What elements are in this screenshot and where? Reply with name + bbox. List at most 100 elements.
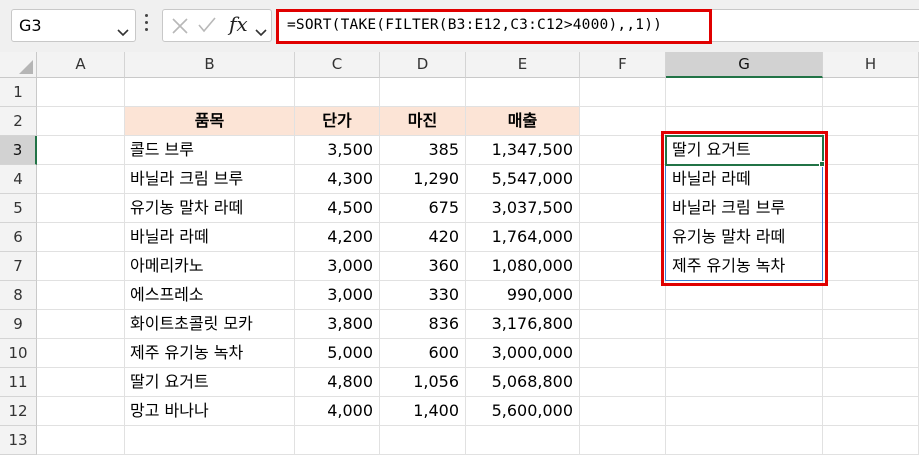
cell-g2[interactable] [666, 107, 823, 136]
cell-f9[interactable] [580, 310, 666, 339]
cell-f12[interactable] [580, 397, 666, 426]
cell-f10[interactable] [580, 339, 666, 368]
cell-a7[interactable] [37, 252, 125, 281]
item-name-cell[interactable]: 유기농 말차 라떼 [125, 194, 295, 223]
cell-f3[interactable] [580, 136, 666, 165]
value-cell[interactable]: 3,000 [295, 281, 380, 310]
item-name-cell[interactable]: 망고 바나나 [125, 397, 295, 426]
cell-g10[interactable] [666, 339, 823, 368]
cell-a8[interactable] [37, 281, 125, 310]
fill-handle[interactable] [819, 161, 825, 167]
value-cell[interactable]: 1,290 [380, 165, 466, 194]
row-header-6[interactable]: 6 [0, 223, 37, 252]
cell-a11[interactable] [37, 368, 125, 397]
spill-result-cell[interactable]: 딸기 요거트 [666, 136, 823, 165]
column-header-f[interactable]: F [580, 52, 666, 78]
item-name-cell[interactable]: 바닐라 라떼 [125, 223, 295, 252]
value-cell[interactable]: 330 [380, 281, 466, 310]
table-header-cell[interactable]: 매출 [466, 107, 580, 136]
cell-b13[interactable] [125, 426, 295, 455]
item-name-cell[interactable]: 바닐라 크림 브루 [125, 165, 295, 194]
spill-result-cell[interactable]: 유기농 말차 라떼 [666, 223, 823, 252]
cell-c1[interactable] [295, 78, 380, 107]
column-header-c[interactable]: C [295, 52, 380, 78]
cell-f4[interactable] [580, 165, 666, 194]
row-header-3[interactable]: 3 [0, 136, 37, 165]
column-header-a[interactable]: A [37, 52, 125, 78]
value-cell[interactable]: 990,000 [466, 281, 580, 310]
value-cell[interactable]: 1,080,000 [466, 252, 580, 281]
table-header-cell[interactable]: 마진 [380, 107, 466, 136]
row-header-2[interactable]: 2 [0, 107, 37, 136]
value-cell[interactable]: 675 [380, 194, 466, 223]
cell-h8[interactable] [823, 281, 919, 310]
cell-a1[interactable] [37, 78, 125, 107]
value-cell[interactable]: 1,764,000 [466, 223, 580, 252]
table-header-cell[interactable]: 품목 [125, 107, 295, 136]
row-header-8[interactable]: 8 [0, 281, 37, 310]
cell-g9[interactable] [666, 310, 823, 339]
spill-result-cell[interactable]: 바닐라 라떼 [666, 165, 823, 194]
cell-h11[interactable] [823, 368, 919, 397]
value-cell[interactable]: 5,600,000 [466, 397, 580, 426]
value-cell[interactable]: 4,300 [295, 165, 380, 194]
spill-result-cell[interactable]: 바닐라 크림 브루 [666, 194, 823, 223]
cell-g12[interactable] [666, 397, 823, 426]
value-cell[interactable]: 5,068,800 [466, 368, 580, 397]
cell-h12[interactable] [823, 397, 919, 426]
row-header-11[interactable]: 11 [0, 368, 37, 397]
column-header-h[interactable]: H [823, 52, 919, 78]
table-header-cell[interactable]: 단가 [295, 107, 380, 136]
cell-g11[interactable] [666, 368, 823, 397]
value-cell[interactable]: 5,000 [295, 339, 380, 368]
value-cell[interactable]: 3,000 [295, 252, 380, 281]
cell-a5[interactable] [37, 194, 125, 223]
value-cell[interactable]: 4,200 [295, 223, 380, 252]
cell-d1[interactable] [380, 78, 466, 107]
value-cell[interactable]: 1,400 [380, 397, 466, 426]
row-header-1[interactable]: 1 [0, 78, 37, 107]
column-header-b[interactable]: B [125, 52, 295, 78]
cell-h4[interactable] [823, 165, 919, 194]
chevron-down-icon[interactable] [117, 22, 129, 41]
value-cell[interactable]: 3,000,000 [466, 339, 580, 368]
more-options-icon[interactable] [144, 14, 150, 36]
cell-f2[interactable] [580, 107, 666, 136]
value-cell[interactable]: 5,547,000 [466, 165, 580, 194]
row-header-12[interactable]: 12 [0, 397, 37, 426]
cell-b1[interactable] [125, 78, 295, 107]
cell-a3[interactable] [37, 136, 125, 165]
cell-h10[interactable] [823, 339, 919, 368]
cancel-icon[interactable] [171, 17, 189, 39]
cell-a4[interactable] [37, 165, 125, 194]
cell-h3[interactable] [823, 136, 919, 165]
spill-result-cell[interactable]: 제주 유기농 녹차 [666, 252, 823, 281]
cell-h6[interactable] [823, 223, 919, 252]
value-cell[interactable]: 3,176,800 [466, 310, 580, 339]
cell-a12[interactable] [37, 397, 125, 426]
row-header-9[interactable]: 9 [0, 310, 37, 339]
cell-g13[interactable] [666, 426, 823, 455]
value-cell[interactable]: 3,037,500 [466, 194, 580, 223]
chevron-down-icon[interactable] [255, 22, 267, 41]
item-name-cell[interactable]: 콜드 브루 [125, 136, 295, 165]
cell-f6[interactable] [580, 223, 666, 252]
formula-input-extension[interactable] [712, 9, 919, 42]
formula-input[interactable]: =SORT(TAKE(FILTER(B3:E12,C3:C12>4000),,1… [276, 9, 712, 44]
name-box[interactable]: G3 [11, 9, 136, 42]
item-name-cell[interactable]: 화이트초콜릿 모카 [125, 310, 295, 339]
item-name-cell[interactable]: 아메리카노 [125, 252, 295, 281]
value-cell[interactable]: 3,500 [295, 136, 380, 165]
cell-a9[interactable] [37, 310, 125, 339]
item-name-cell[interactable]: 제주 유기농 녹차 [125, 339, 295, 368]
cell-f11[interactable] [580, 368, 666, 397]
value-cell[interactable]: 1,347,500 [466, 136, 580, 165]
column-header-d[interactable]: D [380, 52, 466, 78]
row-header-10[interactable]: 10 [0, 339, 37, 368]
cell-a13[interactable] [37, 426, 125, 455]
cell-a2[interactable] [37, 107, 125, 136]
cell-h9[interactable] [823, 310, 919, 339]
row-header-4[interactable]: 4 [0, 165, 37, 194]
value-cell[interactable]: 4,500 [295, 194, 380, 223]
cell-d13[interactable] [380, 426, 466, 455]
